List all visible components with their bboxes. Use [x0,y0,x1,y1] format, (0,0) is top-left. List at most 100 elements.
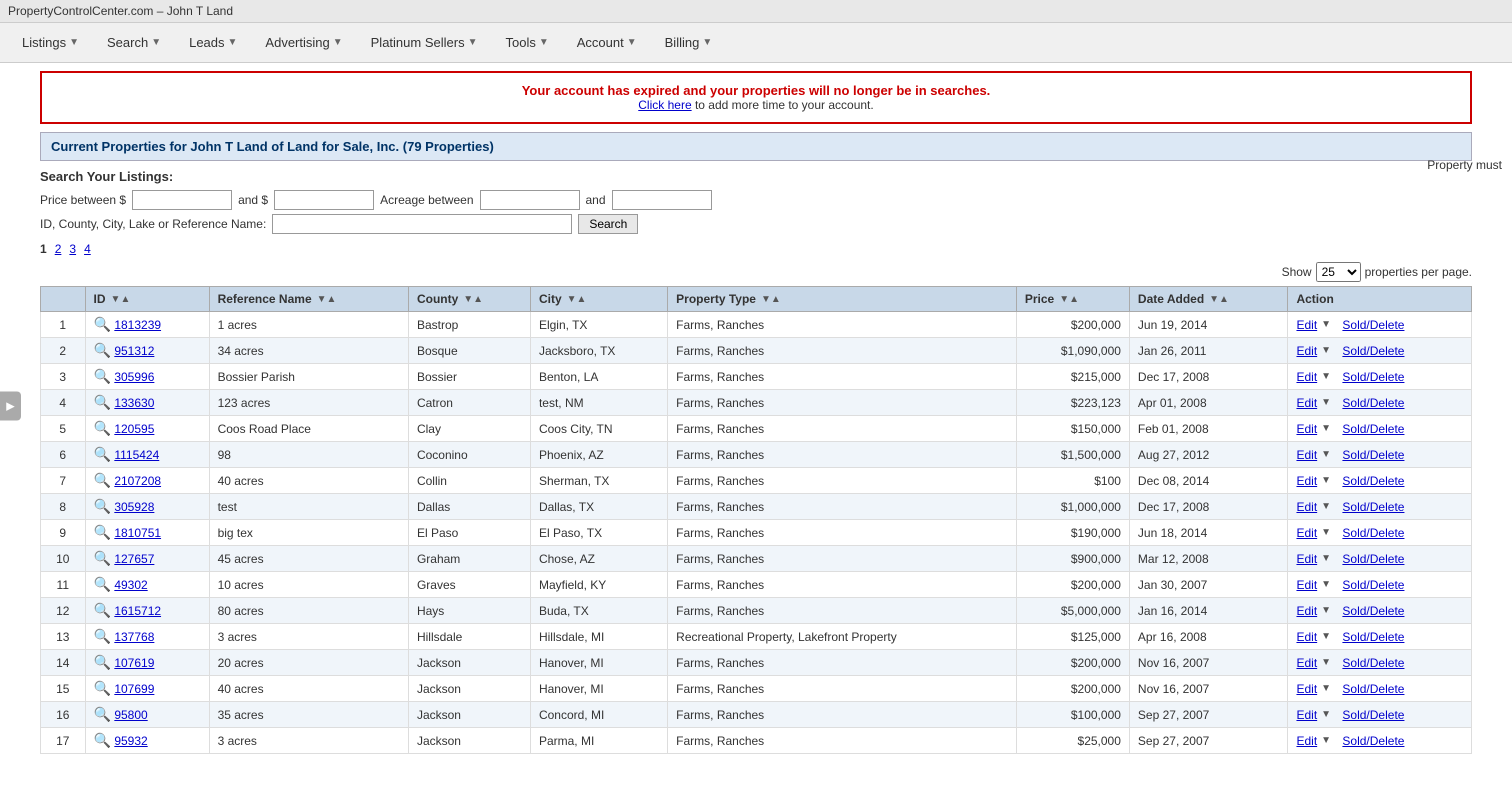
edit-button[interactable]: Edit [1296,318,1317,332]
edit-dropdown-arrow[interactable]: ▼ [1321,527,1331,538]
sold-delete-link[interactable]: Sold/Delete [1342,370,1404,384]
edit-dropdown-arrow[interactable]: ▼ [1321,605,1331,616]
edit-button[interactable]: Edit [1296,734,1317,748]
nav-leads[interactable]: Leads ▼ [175,27,251,58]
edit-dropdown-arrow[interactable]: ▼ [1321,657,1331,668]
search-icon[interactable]: 🔍 [94,446,111,462]
search-icon[interactable]: 🔍 [94,576,111,592]
sold-delete-link[interactable]: Sold/Delete [1342,708,1404,722]
sort-arrows-city[interactable]: ▼▲ [567,294,587,305]
search-icon[interactable]: 🔍 [94,368,111,384]
nav-billing[interactable]: Billing ▼ [651,27,727,58]
edit-dropdown-arrow[interactable]: ▼ [1321,579,1331,590]
sort-arrows-proptype[interactable]: ▼▲ [761,294,781,305]
sort-arrows-id[interactable]: ▼▲ [111,294,131,305]
price-max-input[interactable] [274,190,374,210]
sold-delete-link[interactable]: Sold/Delete [1342,318,1404,332]
row-id-link[interactable]: 1615712 [114,604,161,618]
edit-button[interactable]: Edit [1296,422,1317,436]
row-id-link[interactable]: 305928 [114,500,154,514]
sold-delete-link[interactable]: Sold/Delete [1342,682,1404,696]
edit-dropdown-arrow[interactable]: ▼ [1321,631,1331,642]
nav-account[interactable]: Account ▼ [563,27,651,58]
edit-button[interactable]: Edit [1296,656,1317,670]
edit-button[interactable]: Edit [1296,578,1317,592]
sort-arrows-date[interactable]: ▼▲ [1209,294,1229,305]
edit-dropdown-arrow[interactable]: ▼ [1321,735,1331,746]
search-icon[interactable]: 🔍 [94,524,111,540]
nav-advertising[interactable]: Advertising ▼ [251,27,356,58]
sold-delete-link[interactable]: Sold/Delete [1342,448,1404,462]
sold-delete-link[interactable]: Sold/Delete [1342,526,1404,540]
row-id-link[interactable]: 127657 [114,552,154,566]
edit-dropdown-arrow[interactable]: ▼ [1321,475,1331,486]
search-icon[interactable]: 🔍 [94,420,111,436]
sold-delete-link[interactable]: Sold/Delete [1342,656,1404,670]
search-icon[interactable]: 🔍 [94,342,111,358]
search-icon[interactable]: 🔍 [94,498,111,514]
search-button[interactable]: Search [578,214,638,234]
edit-dropdown-arrow[interactable]: ▼ [1321,709,1331,720]
sold-delete-link[interactable]: Sold/Delete [1342,344,1404,358]
row-id-link[interactable]: 951312 [114,344,154,358]
row-id-link[interactable]: 2107208 [114,474,161,488]
sold-delete-link[interactable]: Sold/Delete [1342,500,1404,514]
search-icon[interactable]: 🔍 [94,680,111,696]
search-icon[interactable]: 🔍 [94,472,111,488]
edit-dropdown-arrow[interactable]: ▼ [1321,553,1331,564]
edit-dropdown-arrow[interactable]: ▼ [1321,423,1331,434]
nav-tools[interactable]: Tools ▼ [491,27,562,58]
edit-button[interactable]: Edit [1296,396,1317,410]
row-id-link[interactable]: 107619 [114,656,154,670]
edit-dropdown-arrow[interactable]: ▼ [1321,501,1331,512]
row-id-link[interactable]: 1813239 [114,318,161,332]
row-id-link[interactable]: 107699 [114,682,154,696]
edit-button[interactable]: Edit [1296,370,1317,384]
left-tab[interactable]: ▶ [0,392,21,421]
edit-button[interactable]: Edit [1296,500,1317,514]
search-icon[interactable]: 🔍 [94,654,111,670]
sold-delete-link[interactable]: Sold/Delete [1342,396,1404,410]
sort-arrows-price[interactable]: ▼▲ [1059,294,1079,305]
edit-button[interactable]: Edit [1296,604,1317,618]
sold-delete-link[interactable]: Sold/Delete [1342,630,1404,644]
search-icon[interactable]: 🔍 [94,550,111,566]
sold-delete-link[interactable]: Sold/Delete [1342,422,1404,436]
search-icon[interactable]: 🔍 [94,732,111,748]
search-icon[interactable]: 🔍 [94,316,111,332]
edit-button[interactable]: Edit [1296,630,1317,644]
sort-arrows-county[interactable]: ▼▲ [463,294,483,305]
edit-dropdown-arrow[interactable]: ▼ [1321,449,1331,460]
row-id-link[interactable]: 305996 [114,370,154,384]
acreage-min-input[interactable] [480,190,580,210]
row-id-link[interactable]: 95800 [114,708,147,722]
acreage-max-input[interactable] [612,190,712,210]
search-icon[interactable]: 🔍 [94,394,111,410]
page-link-1[interactable]: 1 [40,242,47,256]
search-icon[interactable]: 🔍 [94,602,111,618]
nav-search[interactable]: Search ▼ [93,27,175,58]
edit-button[interactable]: Edit [1296,552,1317,566]
row-id-link[interactable]: 133630 [114,396,154,410]
page-link-2[interactable]: 2 [55,242,62,256]
row-id-link[interactable]: 95932 [114,734,147,748]
id-search-input[interactable] [272,214,572,234]
nav-listings[interactable]: Listings ▼ [8,27,93,58]
per-page-select[interactable]: 10 25 50 100 [1316,262,1361,282]
search-icon[interactable]: 🔍 [94,628,111,644]
edit-dropdown-arrow[interactable]: ▼ [1321,319,1331,330]
row-id-link[interactable]: 1115424 [114,448,159,462]
sold-delete-link[interactable]: Sold/Delete [1342,604,1404,618]
sold-delete-link[interactable]: Sold/Delete [1342,578,1404,592]
edit-button[interactable]: Edit [1296,344,1317,358]
sold-delete-link[interactable]: Sold/Delete [1342,734,1404,748]
price-min-input[interactable] [132,190,232,210]
sold-delete-link[interactable]: Sold/Delete [1342,474,1404,488]
page-link-3[interactable]: 3 [69,242,76,256]
alert-link[interactable]: Click here [638,98,691,112]
nav-platinum-sellers[interactable]: Platinum Sellers ▼ [357,27,492,58]
row-id-link[interactable]: 1810751 [114,526,161,540]
search-icon[interactable]: 🔍 [94,706,111,722]
edit-dropdown-arrow[interactable]: ▼ [1321,683,1331,694]
row-id-link[interactable]: 137768 [114,630,154,644]
